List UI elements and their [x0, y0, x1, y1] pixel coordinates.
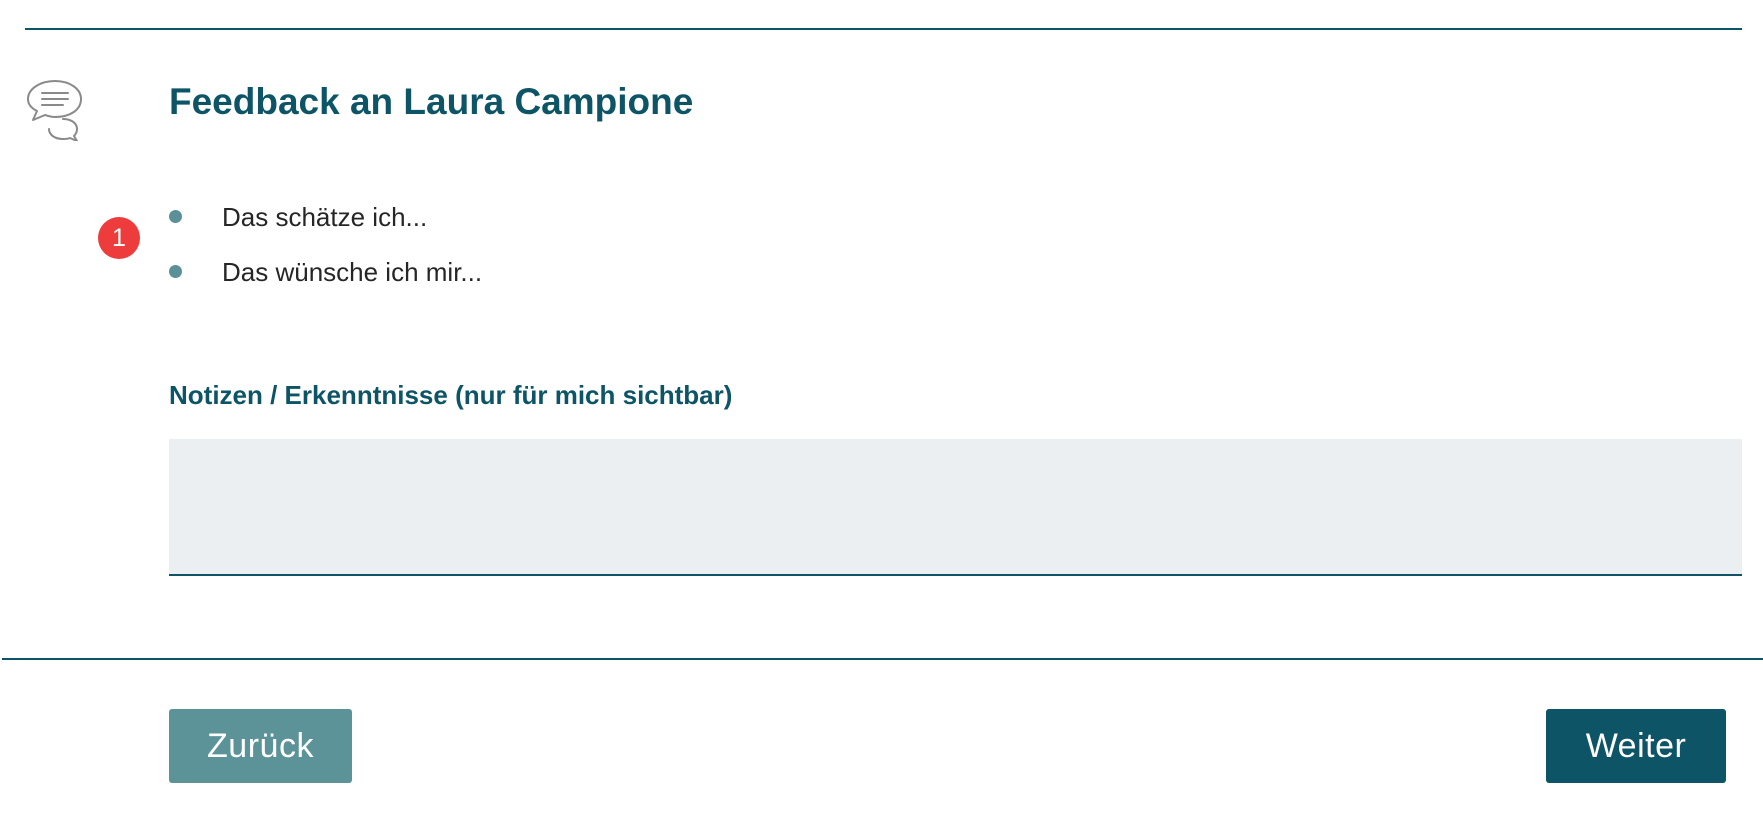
top-divider: [25, 28, 1742, 30]
prompt-label: Das wünsche ich mir...: [222, 257, 483, 287]
chat-bubbles-icon: [27, 79, 89, 142]
feedback-page: Feedback an Laura Campione 1 Das schätze…: [0, 0, 1763, 824]
prompt-list: Das schätze ich... Das wünsche ich mir..…: [169, 195, 482, 305]
list-item: Das wünsche ich mir...: [169, 250, 482, 305]
back-button[interactable]: Zurück: [169, 709, 352, 783]
footer-divider: [2, 658, 1763, 660]
notes-label: Notizen / Erkenntnisse (nur für mich sic…: [169, 380, 733, 410]
bullet-dot-icon: [169, 210, 182, 223]
step-badge: 1: [98, 217, 140, 259]
prompt-label: Das schätze ich...: [222, 202, 428, 232]
notes-textarea[interactable]: [169, 439, 1742, 576]
page-title: Feedback an Laura Campione: [169, 81, 694, 122]
list-item: Das schätze ich...: [169, 195, 482, 250]
next-button[interactable]: Weiter: [1546, 709, 1726, 783]
bullet-dot-icon: [169, 265, 182, 278]
